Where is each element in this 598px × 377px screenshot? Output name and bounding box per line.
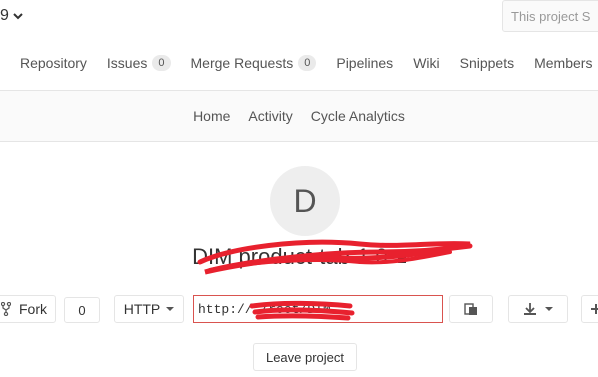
subnav-home[interactable]: Home [193, 108, 230, 124]
project-title: DIM product-tab-1.0 [0, 244, 598, 270]
nav-label: Pipelines [336, 55, 394, 71]
merge-requests-count-badge: 0 [298, 55, 317, 71]
clipboard-icon [464, 303, 477, 315]
clone-url-input[interactable]: http:// /root/DIM [193, 295, 443, 323]
caret-down-icon [545, 307, 553, 311]
project-nav: Repository Issues 0 Merge Requests 0 Pipel… [0, 36, 598, 90]
nav-label: Merge Requests [190, 55, 294, 71]
nav-issues[interactable]: Issues 0 [107, 55, 171, 71]
nav-repository[interactable]: Repository [20, 55, 87, 71]
nav-merge-requests[interactable]: Merge Requests 0 [191, 55, 317, 71]
nav-snippets[interactable]: Snippets [460, 55, 514, 71]
nav-label: Issues [106, 55, 148, 71]
chevron-down-icon [13, 13, 23, 20]
download-icon [524, 303, 536, 315]
nav-pipelines[interactable]: Pipelines [336, 55, 393, 71]
issues-count-badge: 0 [152, 55, 171, 71]
fork-button[interactable]: Fork [0, 295, 56, 323]
plus-icon [591, 304, 598, 314]
search-scope-label: This project S [511, 8, 591, 24]
lock-icon [397, 253, 406, 263]
fork-count-value: 0 [78, 302, 86, 318]
subnav-activity[interactable]: Activity [248, 108, 292, 124]
nav-label: Wiki [413, 55, 440, 71]
caret-down-icon [166, 307, 175, 311]
add-new-button[interactable] [581, 295, 598, 323]
top-bar: 9 This project S [0, 0, 598, 36]
download-dropdown[interactable] [508, 295, 568, 323]
nav-label: Snippets [459, 55, 515, 71]
avatar-letter: D [293, 182, 317, 219]
project-avatar: D [270, 166, 340, 236]
nav-label: Members [534, 55, 593, 71]
fork-count[interactable]: 0 [64, 297, 100, 323]
group-name-fragment: 9 [0, 7, 9, 24]
leave-project-label: Leave project [265, 349, 345, 365]
nav-wiki[interactable]: Wiki [413, 55, 439, 71]
fork-icon [1, 302, 11, 316]
nav-label: Repository [20, 55, 87, 71]
clone-protocol-dropdown[interactable]: HTTP [114, 295, 184, 323]
leave-project-button[interactable]: Leave project [253, 343, 357, 371]
search-input[interactable]: This project S [502, 0, 598, 32]
sub-nav: Home Activity Cycle Analytics [0, 90, 598, 142]
project-title-text: DIM product-tab-1.0 [192, 244, 388, 269]
nav-members[interactable]: Members [534, 55, 592, 71]
fork-label: Fork [19, 301, 47, 317]
subnav-cycle-analytics[interactable]: Cycle Analytics [311, 108, 405, 124]
clone-url-value: http:// /root/DIM [198, 301, 331, 317]
protocol-label: HTTP [123, 301, 161, 317]
copy-url-button[interactable] [449, 295, 493, 323]
group-selector[interactable]: 9 [0, 7, 23, 25]
